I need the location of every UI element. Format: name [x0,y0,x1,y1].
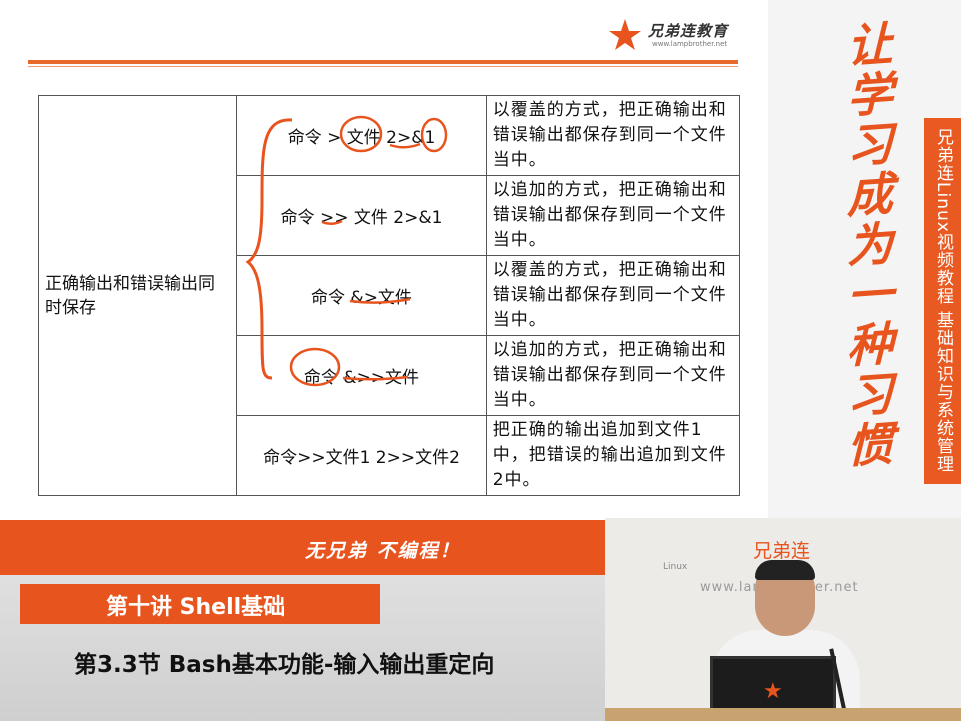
underline-annotation [349,297,411,304]
circle-annotation [289,347,341,387]
pen-annotations [245,115,448,387]
webcam-linux-label: Linux [663,562,688,572]
circle-annotation [420,117,448,153]
lecture-title: 第十讲 Shell基础 [106,595,286,620]
star-icon: ★ [763,679,783,704]
curly-brace-annotation [245,118,293,380]
webcam-overlay: 兄弟连 Linux www.lampbrother.net ★ [605,518,961,721]
motto-band [0,520,605,575]
section-title: 第3.3节 Bash基本功能-输入输出重定向 [74,652,495,678]
motto-text: 无兄弟 不编程！ [305,540,461,562]
underline-annotation [321,219,343,225]
slogan-text: 让学习成为一种习惯 [847,16,893,474]
presenter-hair [755,560,815,580]
underline-annotation [342,375,409,381]
slide: 兄弟连教育 www.lampbrother.net 正确输出和错误输出同时保存 … [0,0,768,520]
webcam-brand: 兄弟连 [753,540,811,562]
circle-annotation [339,115,383,153]
desk [605,708,961,721]
course-vertical-tab: 兄弟连Linux视频教程 基础知识与系统管理 [924,118,961,484]
underline-annotation [389,142,421,149]
